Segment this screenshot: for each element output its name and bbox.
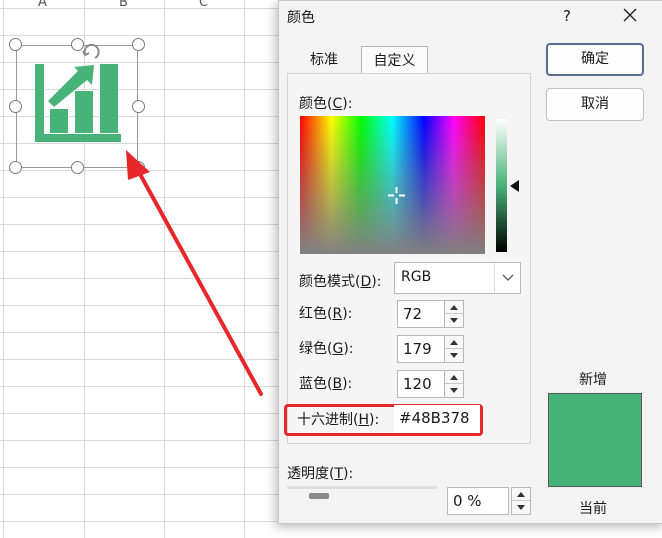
red-input[interactable]: 72 <box>397 300 447 328</box>
resize-handle-right[interactable] <box>132 100 145 113</box>
red-decrement-button[interactable] <box>445 314 463 327</box>
resize-handle-top[interactable] <box>71 38 84 51</box>
transparency-decrement-button[interactable] <box>512 501 530 514</box>
transparency-increment-button[interactable] <box>512 488 530 501</box>
resize-handle-top-right[interactable] <box>132 38 145 51</box>
transparency-input[interactable]: 0 % <box>447 487 509 515</box>
crosshair-icon <box>388 187 405 204</box>
current-color-swatch <box>549 440 641 486</box>
resize-handle-bottom-left[interactable] <box>9 161 22 174</box>
transparency-label: 透明度(T): <box>287 466 354 482</box>
resize-handle-top-left[interactable] <box>9 38 22 51</box>
red-spinner <box>444 300 464 328</box>
resize-handle-bottom-right[interactable] <box>132 161 145 174</box>
chevron-down-icon <box>502 274 514 281</box>
transparency-spinner <box>511 487 531 515</box>
color-mode-label: 颜色模式(D): <box>299 274 382 290</box>
caret-up-icon <box>450 375 458 380</box>
selected-picture[interactable] <box>9 38 145 174</box>
close-icon <box>623 8 637 22</box>
tab-standard[interactable]: 标准 <box>289 46 359 74</box>
red-label: 红色(R): <box>299 306 353 322</box>
color-mode-select[interactable]: RGB <box>394 262 521 294</box>
green-decrement-button[interactable] <box>445 349 463 362</box>
cancel-button[interactable]: 取消 <box>546 88 644 121</box>
green-label: 绿色(G): <box>299 341 354 357</box>
tab-custom[interactable]: 自定义 <box>361 46 428 74</box>
dialog-title: 颜色 <box>287 10 315 26</box>
green-increment-button[interactable] <box>445 336 463 349</box>
luminance-slider[interactable] <box>496 119 507 252</box>
color-mode-value: RGB <box>401 269 432 285</box>
colors-label: 颜色(C): <box>299 96 353 112</box>
ok-button[interactable]: 确定 <box>546 43 644 76</box>
caret-down-icon <box>450 318 458 323</box>
colors-dialog: 颜色 ? 标准 自定义 颜色(C): 颜色模式(D): RGB 红色(R): 7… <box>278 0 662 524</box>
hex-label: 十六进制(H): <box>297 412 380 428</box>
hex-input[interactable]: #48B378 <box>394 405 480 433</box>
caret-down-icon <box>517 505 525 510</box>
color-preview <box>548 393 642 487</box>
red-increment-button[interactable] <box>445 301 463 314</box>
color-spectrum-picker[interactable] <box>300 116 485 254</box>
green-spinner <box>444 335 464 363</box>
column-header-a[interactable]: A <box>38 0 47 8</box>
resize-handle-bottom[interactable] <box>71 161 84 174</box>
column-header-c[interactable]: C <box>199 0 208 8</box>
transparency-slider-thumb[interactable] <box>309 493 329 499</box>
caret-up-icon <box>450 305 458 310</box>
close-button[interactable] <box>615 3 645 27</box>
bar-chart-growth-icon <box>35 64 121 142</box>
new-color-label: 新增 <box>579 372 607 388</box>
current-color-label: 当前 <box>579 501 607 517</box>
rotate-handle-icon[interactable] <box>81 42 101 62</box>
dialog-title-bar[interactable]: 颜色 ? <box>279 1 662 31</box>
resize-handle-left[interactable] <box>9 100 22 113</box>
blue-increment-button[interactable] <box>445 371 463 384</box>
blue-label: 蓝色(B): <box>299 376 353 392</box>
blue-input[interactable]: 120 <box>397 370 447 398</box>
luminance-pointer-icon[interactable] <box>510 180 519 192</box>
caret-down-icon <box>450 353 458 358</box>
caret-down-icon <box>450 388 458 393</box>
help-button[interactable]: ? <box>555 5 579 27</box>
caret-up-icon <box>517 492 525 497</box>
green-input[interactable]: 179 <box>397 335 447 363</box>
blue-spinner <box>444 370 464 398</box>
new-color-swatch <box>549 394 641 440</box>
caret-up-icon <box>450 340 458 345</box>
column-header-b[interactable]: B <box>119 0 128 8</box>
blue-decrement-button[interactable] <box>445 384 463 397</box>
transparency-slider-track[interactable] <box>287 486 437 489</box>
